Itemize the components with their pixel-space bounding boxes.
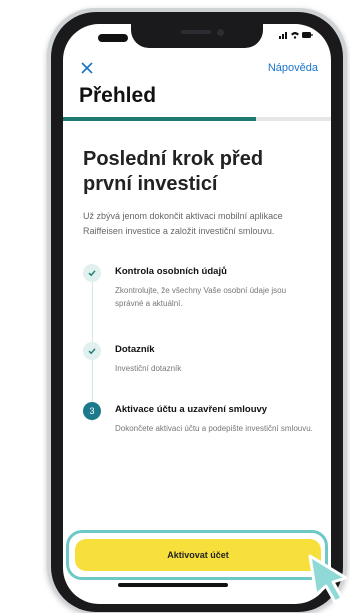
home-indicator: [118, 583, 228, 587]
step-title: Aktivace účtu a uzavření smlouvy: [115, 404, 268, 415]
status-time: [98, 34, 128, 42]
help-link[interactable]: Nápověda: [268, 62, 318, 74]
intro-text: Už zbývá jenom dokončit aktivaci mobilní…: [83, 211, 283, 236]
main-heading: Poslední krok před první investicí: [83, 148, 264, 195]
activate-account-button[interactable]: Aktivovat účet: [75, 539, 321, 571]
step-description: Dokončete aktivaci účtu a podepište inve…: [115, 424, 313, 433]
notch: [131, 24, 263, 48]
check-icon: [83, 264, 101, 282]
phone-screen: Nápověda Přehled Poslední krok před prvn…: [63, 24, 331, 604]
progress-bar: [63, 117, 331, 121]
step-number-badge: 3: [83, 402, 101, 420]
step-description: Zkontrolujte, že všechny Vaše osobní úda…: [115, 286, 287, 308]
speaker: [181, 30, 211, 34]
step-title: Dotazník: [115, 344, 155, 355]
camera: [217, 29, 224, 36]
page-title: Přehled: [79, 84, 157, 107]
close-icon[interactable]: [79, 60, 95, 76]
progress-fill: [63, 117, 256, 121]
check-icon: [83, 342, 101, 360]
status-icons: [279, 30, 313, 43]
step-description: Investiční dotazník: [115, 364, 182, 373]
step-title: Kontrola osobních údajů: [115, 266, 227, 277]
pointer-cursor-icon: [308, 554, 348, 604]
